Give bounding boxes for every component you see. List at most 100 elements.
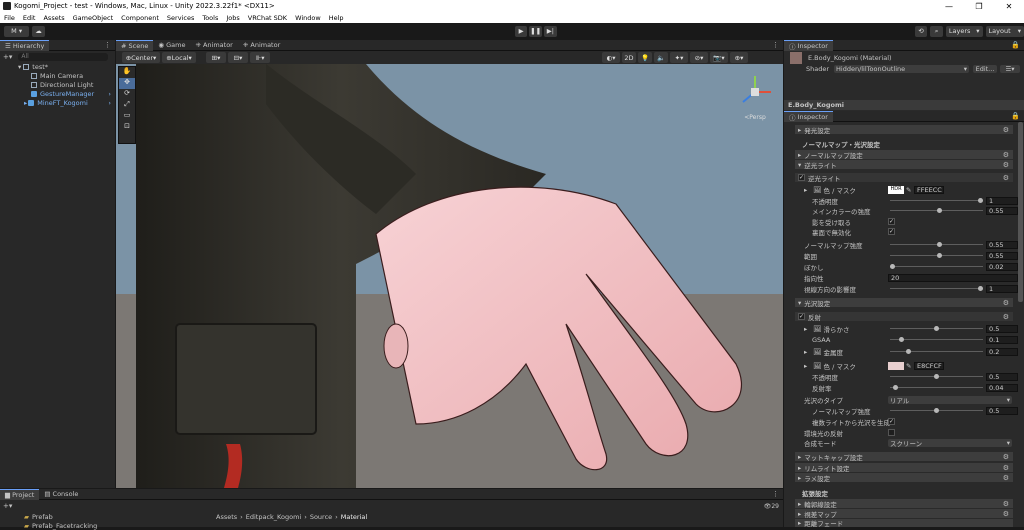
edit-shader-button[interactable]: Edit... (973, 65, 997, 73)
blend-mode-dropdown[interactable]: スクリーン ▾ (888, 439, 1012, 448)
camera-icon[interactable]: 📷▾ (710, 52, 728, 63)
slider-knob[interactable] (934, 374, 939, 379)
slider-knob[interactable] (937, 242, 942, 247)
tab-hierarchy[interactable]: ☰ Hierarchy (0, 39, 50, 51)
gear-icon[interactable]: ⚙ (1003, 313, 1009, 321)
texture-icon[interactable]: 🖼 (813, 362, 821, 370)
gear-icon[interactable]: ⚙ (1003, 161, 1009, 169)
slider-knob[interactable] (899, 337, 904, 342)
transform-tool-icon[interactable]: ⊡ (119, 122, 135, 133)
inspector-scrollbar[interactable] (1018, 122, 1023, 302)
tab-console[interactable]: ▤ Console (39, 489, 83, 500)
receive-shadow-checkbox[interactable]: ✓ (888, 218, 895, 225)
slider-knob[interactable] (890, 264, 895, 269)
menu-vrchat-sdk[interactable]: VRChat SDK (244, 14, 291, 22)
range-value[interactable]: 0.55 (986, 252, 1018, 260)
hdr-color-swatch[interactable]: HDR (888, 186, 904, 194)
tab-scene[interactable]: # Scene (116, 39, 154, 51)
section-rimlight[interactable]: ▸ リムライト設定 ⚙ (795, 463, 1013, 473)
reflection-color-field[interactable]: E8CFCF (914, 362, 944, 370)
gear-icon[interactable]: ⚙ (1003, 174, 1009, 182)
reflectance-slider[interactable] (890, 387, 983, 388)
menu-tools[interactable]: Tools (198, 14, 222, 22)
gear-icon[interactable]: ⚙ (1003, 126, 1009, 134)
opacity2-value[interactable]: 0.5 (986, 373, 1018, 381)
backlight-color-field[interactable]: FFEECC (914, 186, 944, 194)
menu-window[interactable]: Window (291, 14, 325, 22)
gear-icon[interactable]: ⚙ (1003, 453, 1009, 461)
backface-checkbox[interactable]: ✓ (888, 228, 895, 235)
panel-menu-icon[interactable]: ⋮ (772, 41, 779, 49)
menu-services[interactable]: Services (163, 14, 198, 22)
gsaa-value[interactable]: 0.1 (986, 336, 1018, 344)
menu-file[interactable]: File (0, 14, 19, 22)
reflection-color-swatch[interactable] (888, 362, 904, 370)
panel-menu-icon[interactable]: ⋮ (772, 490, 779, 498)
slider-knob[interactable] (934, 326, 939, 331)
scale-tool-icon[interactable]: ⤢ (119, 100, 135, 111)
menu-gameobject[interactable]: GameObject (69, 14, 118, 22)
normal-strength-value[interactable]: 0.55 (986, 241, 1018, 249)
hierarchy-item-gesture-manager[interactable]: GestureManager › (0, 89, 115, 98)
toggle-2d-button[interactable]: 2D (622, 52, 636, 63)
section-emission[interactable]: ▸ 発光設定 ⚙ (795, 125, 1013, 135)
smoothness-value[interactable]: 0.5 (986, 325, 1018, 333)
hand-tool-icon[interactable]: ✋ (119, 67, 135, 78)
slider-knob[interactable] (906, 349, 911, 354)
tab-inspector[interactable]: ⓘ Inspector (784, 39, 833, 51)
section-matcap[interactable]: ▸ マットキャップ設定 ⚙ (795, 452, 1013, 462)
lock-icon[interactable]: 🔒 (1011, 41, 1020, 49)
tab-game[interactable]: ◉ Game (153, 40, 190, 51)
minimize-icon[interactable]: — (934, 2, 964, 11)
hierarchy-item-directional-light[interactable]: Directional Light (0, 80, 115, 89)
texture-icon[interactable]: 🖼 (813, 348, 821, 356)
hierarchy-search-input[interactable]: All (18, 52, 109, 61)
snap-icon[interactable]: ⊟▾ (228, 52, 248, 63)
opacity-slider[interactable] (890, 200, 983, 201)
effects-icon[interactable]: ✦▾ (670, 52, 688, 63)
scene-viewport[interactable]: ✋ ✥ ⟳ ⤢ ▭ ⊡ <Persp (116, 64, 783, 488)
gear-icon[interactable]: ⚙ (1003, 474, 1009, 482)
play-button[interactable]: ▶ (514, 25, 528, 37)
breadcrumb-item[interactable]: Assets (216, 513, 237, 521)
chevron-right-icon[interactable]: › (108, 99, 111, 107)
menu-edit[interactable]: Edit (19, 14, 40, 22)
move-tool-icon[interactable]: ✥ (119, 78, 135, 89)
breadcrumb-item[interactable]: Material (341, 513, 367, 521)
slider-knob[interactable] (934, 408, 939, 413)
gloss-type-dropdown[interactable]: リアル ▾ (888, 396, 1012, 405)
history-icon[interactable]: ⟲ (914, 25, 928, 37)
maximize-icon[interactable]: ❐ (964, 2, 994, 11)
menu-jobs[interactable]: Jobs (222, 14, 243, 22)
multi-light-checkbox[interactable]: ✓ (888, 418, 895, 425)
lighting-icon[interactable]: 💡 (638, 52, 652, 63)
section-gloss[interactable]: ▾ 光沢設定 ⚙ (795, 298, 1013, 308)
add-icon[interactable]: +▾ (3, 53, 12, 61)
env-reflection-checkbox[interactable] (888, 429, 895, 436)
directivity-value[interactable]: 20 (888, 274, 1018, 282)
view-dir-value[interactable]: 1 (986, 285, 1018, 293)
layers-dropdown[interactable]: Layers ▾ (945, 25, 983, 37)
slider-knob[interactable] (893, 385, 898, 390)
slider-knob[interactable] (937, 208, 942, 213)
shading-icon[interactable]: ◐▾ (602, 52, 620, 63)
breadcrumb-item[interactable]: Editpack_Kogomi (246, 513, 301, 521)
folder-item[interactable]: ▰ Prefab_Facetracking (24, 521, 97, 530)
section-normal-map[interactable]: ▸ ノーマルマップ設定 ⚙ (795, 150, 1013, 160)
orientation-gizmo[interactable]: <Persp (735, 72, 775, 121)
reflectance-value[interactable]: 0.04 (986, 384, 1018, 392)
gear-icon[interactable]: ⚙ (1003, 464, 1009, 472)
tab-animator[interactable]: ⁜ Animator (190, 40, 237, 51)
rotate-tool-icon[interactable]: ⟳ (119, 89, 135, 100)
hierarchy-item-main-camera[interactable]: Main Camera (0, 71, 115, 80)
section-parallax[interactable]: ▸ 視差マップ ⚙ (795, 509, 1013, 519)
account-button[interactable]: M ▾ (4, 25, 30, 37)
rect-tool-icon[interactable]: ▭ (119, 111, 135, 122)
gizmos-icon[interactable]: ⊕▾ (730, 52, 748, 63)
breadcrumb-item[interactable]: Source (310, 513, 332, 521)
menu-assets[interactable]: Assets (39, 14, 68, 22)
section-outline[interactable]: ▸ 輪郭線設定 ⚙ (795, 499, 1013, 509)
hierarchy-item-scene[interactable]: ▾ test* (0, 62, 115, 71)
slider-knob[interactable] (937, 253, 942, 258)
pivot-dropdown[interactable]: ⊕ Center ▾ (122, 52, 160, 63)
